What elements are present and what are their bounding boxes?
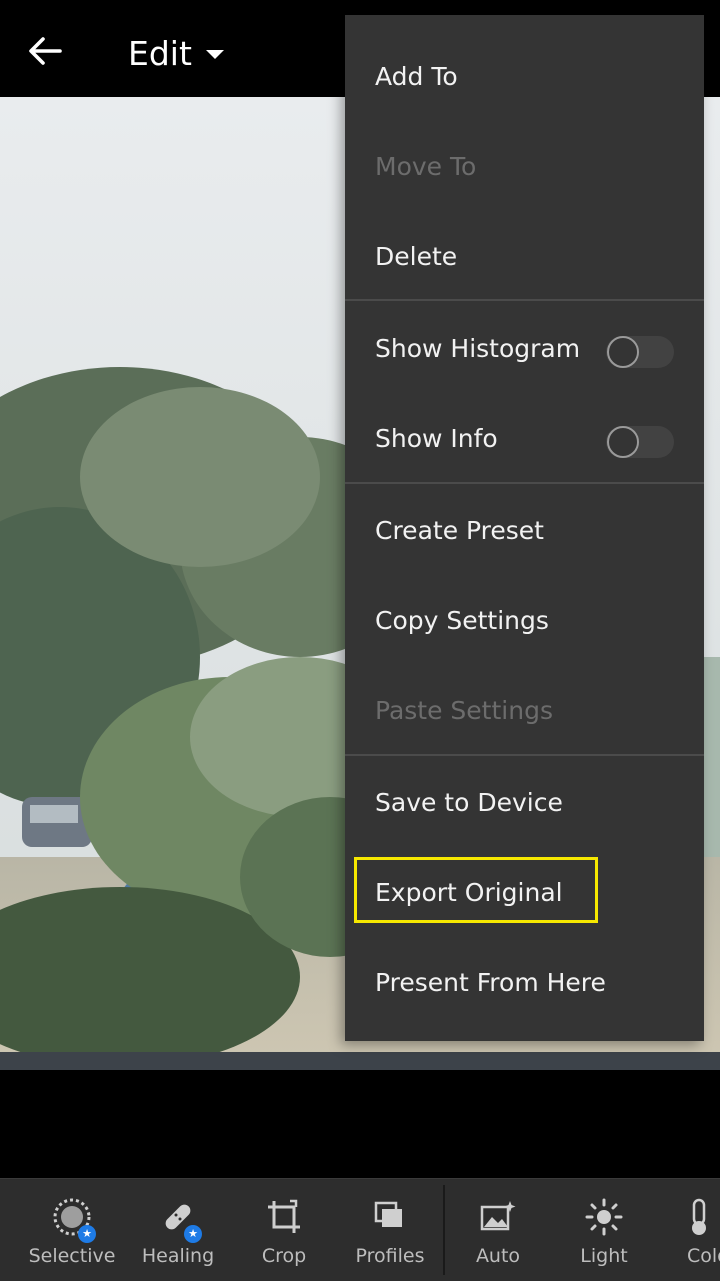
photo-bottom-margin [0, 1070, 720, 1178]
tool-color[interactable]: Colo [657, 1179, 720, 1281]
tool-profiles[interactable]: Profiles [337, 1179, 443, 1281]
edit-mode-dropdown[interactable]: Edit [128, 28, 224, 78]
tool-label: Selective [28, 1245, 116, 1267]
caret-down-icon [205, 49, 224, 59]
tool-label: Healing [141, 1245, 215, 1267]
tool-label: Colo [687, 1245, 720, 1267]
tool-light[interactable]: Light [551, 1179, 657, 1281]
menu-item-label: Add To [375, 61, 458, 91]
auto-image-icon [476, 1195, 520, 1239]
highlight-box [354, 857, 598, 923]
menu-item-show-histogram[interactable]: Show Histogram [345, 303, 704, 393]
menu-item-label: Move To [375, 151, 477, 181]
menu-divider [345, 299, 704, 301]
sun-icon [582, 1195, 626, 1239]
menu-item-label: Show Info [375, 423, 498, 453]
selective-mask-icon: ★ [50, 1195, 96, 1243]
menu-item-copy-settings[interactable]: Copy Settings [345, 575, 704, 665]
menu-item-show-info[interactable]: Show Info [345, 393, 704, 483]
page-title: Edit [128, 33, 192, 73]
edit-toolbar: ★ Selective ★ Healing Crop Profiles Auto… [0, 1178, 720, 1281]
menu-divider [345, 754, 704, 756]
back-button[interactable] [22, 30, 68, 76]
profiles-icon [368, 1195, 412, 1239]
menu-item-save-to-device[interactable]: Save to Device [345, 757, 704, 847]
histogram-toggle[interactable] [606, 336, 674, 368]
tool-label: Crop [261, 1245, 307, 1267]
menu-item-label: Copy Settings [375, 605, 549, 635]
menu-item-label: Paste Settings [375, 695, 553, 725]
menu-item-label: Create Preset [375, 515, 544, 545]
tool-auto[interactable]: Auto [445, 1179, 551, 1281]
menu-item-create-preset[interactable]: Create Preset [345, 485, 704, 575]
info-toggle[interactable] [606, 426, 674, 458]
menu-item-add-to[interactable]: Add To [345, 31, 704, 121]
overflow-menu: Add To Move To Delete Show Histogram Sho… [345, 15, 704, 1041]
thermometer-icon [687, 1195, 711, 1239]
arrow-left-icon [28, 36, 62, 70]
tool-selective[interactable]: ★ Selective [19, 1179, 125, 1281]
menu-item-move-to: Move To [345, 121, 704, 211]
crop-icon [262, 1195, 306, 1239]
menu-divider [345, 482, 704, 484]
menu-item-label: Save to Device [375, 787, 563, 817]
premium-star-icon: ★ [78, 1225, 96, 1243]
bandage-icon: ★ [156, 1195, 202, 1243]
toggle-knob [607, 426, 639, 458]
premium-star-icon: ★ [184, 1225, 202, 1243]
menu-item-label: Present From Here [375, 967, 606, 997]
menu-item-delete[interactable]: Delete [345, 211, 704, 301]
menu-item-label: Show Histogram [375, 333, 581, 363]
menu-item-present-from-here[interactable]: Present From Here [345, 937, 704, 1027]
toggle-knob [607, 336, 639, 368]
tool-label: Light [580, 1245, 628, 1267]
menu-item-paste-settings: Paste Settings [345, 665, 704, 755]
tool-crop[interactable]: Crop [231, 1179, 337, 1281]
tool-label: Profiles [355, 1245, 425, 1267]
menu-item-label: Delete [375, 241, 458, 271]
tool-healing[interactable]: ★ Healing [125, 1179, 231, 1281]
tool-label: Auto [475, 1245, 521, 1267]
